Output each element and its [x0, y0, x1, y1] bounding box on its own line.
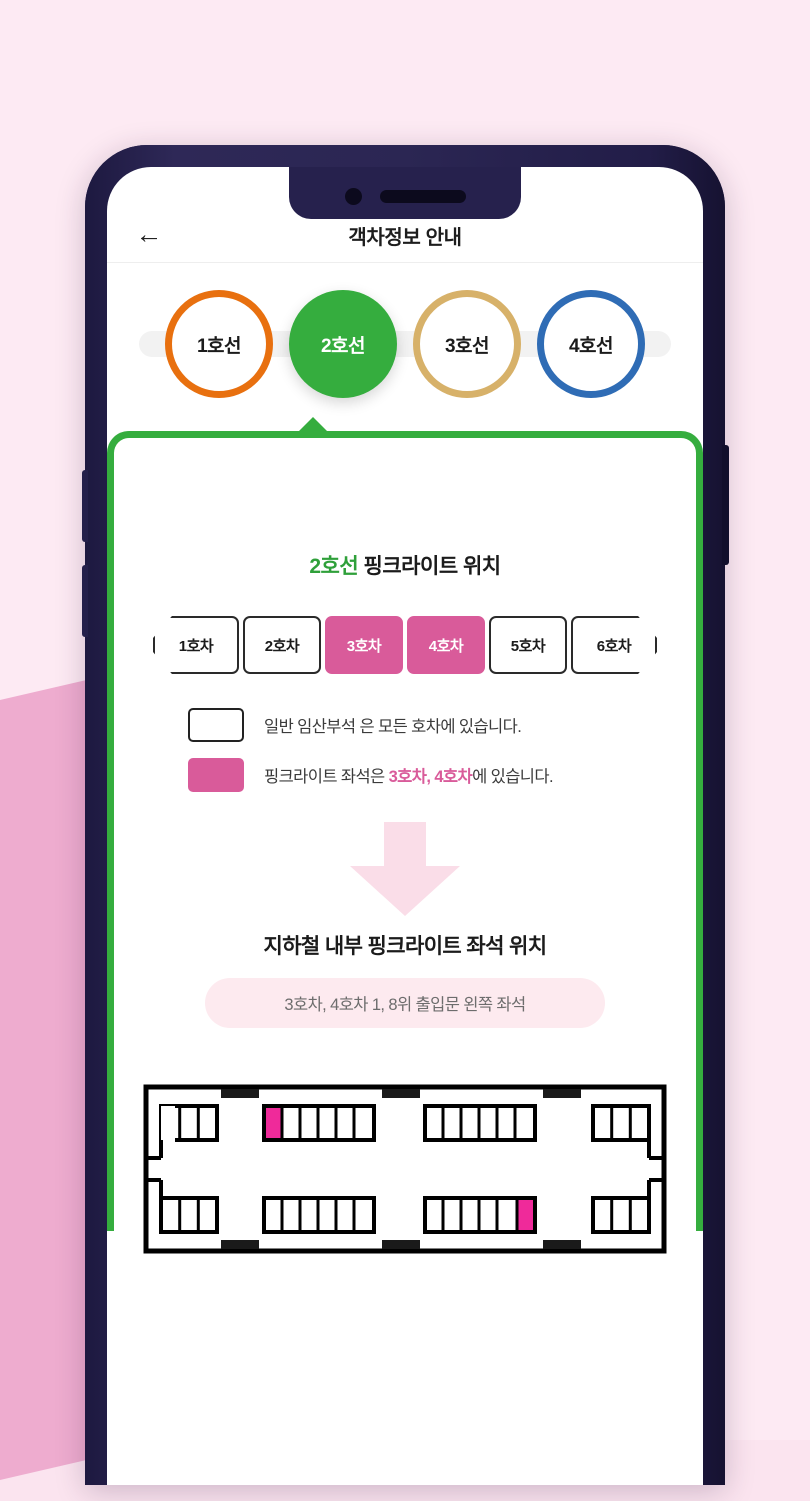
car-tab-6-label: 6호차 — [596, 637, 632, 655]
car-tab-1-label: 1호차 — [178, 637, 214, 655]
phone-screen: ← 객차정보 안내 1호선 2호선 3호선 4호선 2호선 핑크라이트 위치 1… — [107, 167, 703, 1485]
phone-notch — [289, 167, 521, 219]
car-tab-2[interactable]: 2호차 — [243, 616, 321, 674]
door-bottom-3 — [543, 1240, 581, 1249]
line-option-4[interactable]: 4호선 — [537, 290, 645, 398]
phone-mockup: ← 객차정보 안내 1호선 2호선 3호선 4호선 2호선 핑크라이트 위치 1… — [82, 145, 729, 1485]
seat-group-top-2 — [262, 1104, 376, 1142]
section-title: 2호선 핑크라이트 위치 — [136, 550, 674, 580]
line-info-panel: 2호선 핑크라이트 위치 1호차 2호차 3호차 4호차 5호차 6호차 일반 … — [107, 417, 703, 1254]
section-title-rest: 핑크라이트 위치 — [358, 555, 502, 578]
legend-pink-pre: 핑크라이트 좌석은 — [264, 768, 389, 786]
line-option-2-label: 2호선 — [320, 335, 366, 357]
car-tab-6[interactable]: 6호차 — [571, 616, 657, 674]
line-option-1-label: 1호선 — [196, 335, 242, 357]
line-selector-circles: 1호선 2호선 3호선 4호선 — [165, 290, 645, 398]
legend-text-pink: 핑크라이트 좌석은 3호차, 4호차에 있습니다. — [264, 763, 554, 787]
pink-seat-bottom — [517, 1200, 533, 1230]
door-bottom-2 — [382, 1240, 420, 1249]
door-top-3 — [543, 1089, 581, 1098]
subsection-title: 지하철 내부 핑크라이트 좌석 위치 — [263, 935, 547, 958]
volume-down-button[interactable] — [82, 565, 88, 637]
seat-group-bottom-3 — [423, 1196, 537, 1234]
subway-car-seat-map — [143, 1084, 667, 1254]
legend-pink-post: 에 있습니다. — [472, 768, 553, 786]
car-tab-5[interactable]: 5호차 — [489, 616, 567, 674]
page-title: 객차정보 안내 — [348, 227, 462, 249]
door-bottom-1 — [221, 1240, 259, 1249]
line-option-3[interactable]: 3호선 — [413, 290, 521, 398]
pink-seat-top — [266, 1108, 282, 1138]
line-option-3-label: 3호선 — [444, 335, 490, 357]
door-top-2 — [382, 1089, 420, 1098]
legend-row-pink: 핑크라이트 좌석은 3호차, 4호차에 있습니다. — [188, 758, 674, 792]
door-top-1 — [221, 1089, 259, 1098]
legend-text-normal: 일반 임산부석 은 모든 호차에 있습니다. — [264, 718, 522, 736]
seat-location-pill: 3호차, 4호차 1, 8위 출입문 왼쪽 좌석 — [205, 978, 605, 1028]
section-title-line: 2호선 — [309, 555, 359, 578]
legend: 일반 임산부석 은 모든 호차에 있습니다. 핑크라이트 좌석은 3호차, 4호… — [136, 708, 674, 792]
car-tab-2-label: 2호차 — [264, 637, 300, 655]
seat-group-bottom-2 — [262, 1196, 376, 1234]
car-tab-3-label: 3호차 — [346, 637, 382, 655]
seat-group-top-3 — [423, 1104, 537, 1142]
car-tab-list: 1호차 2호차 3호차 4호차 5호차 6호차 — [136, 616, 674, 674]
line-option-4-label: 4호선 — [568, 335, 614, 357]
car-tab-1[interactable]: 1호차 — [153, 616, 239, 674]
down-arrow-icon — [350, 822, 460, 916]
line-option-1[interactable]: 1호선 — [165, 290, 273, 398]
line-option-2[interactable]: 2호선 — [289, 290, 397, 398]
camera-icon — [344, 187, 362, 205]
line-selector: 1호선 2호선 3호선 4호선 — [107, 263, 703, 425]
legend-swatch-white — [188, 708, 244, 742]
panel-pointer-triangle — [296, 417, 330, 434]
legend-pink-highlight: 3호차, 4호차 — [388, 768, 473, 786]
car-tab-4[interactable]: 4호차 — [407, 616, 485, 674]
legend-row-normal: 일반 임산부석 은 모든 호차에 있습니다. — [188, 708, 674, 742]
car-tab-4-label: 4호차 — [428, 637, 464, 655]
legend-swatch-pink — [188, 758, 244, 792]
car-tab-5-label: 5호차 — [510, 637, 546, 655]
speaker-icon — [379, 189, 466, 203]
car-tab-3[interactable]: 3호차 — [325, 616, 403, 674]
power-button[interactable] — [722, 445, 729, 565]
volume-up-button[interactable] — [82, 470, 88, 542]
back-arrow-icon[interactable]: ← — [129, 214, 169, 254]
